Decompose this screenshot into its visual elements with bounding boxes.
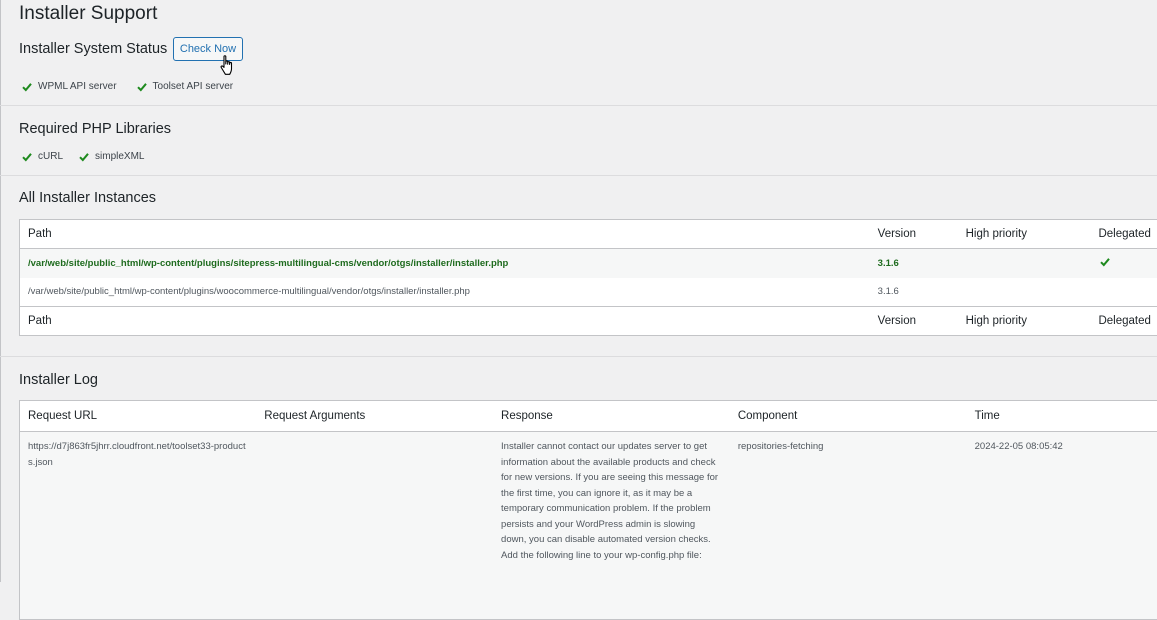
instances-table: Path Version High priority Delegated /va… [19,219,1157,336]
column-header-request-arguments: Request Arguments [256,401,493,432]
instance-delegated [1090,249,1157,278]
installer-support-page: Installer Support Installer System Statu… [0,0,1157,582]
log-component: repositories-fetching [730,432,967,620]
system-status-title: Installer System Status [19,41,167,57]
column-header-high-priority: High priority [958,220,1091,249]
column-header-version: Version [870,220,958,249]
library-item-simplexml: simpleXML [79,151,144,162]
table-footer-row: Path Version High priority Delegated [20,307,1157,336]
column-header-path: Path [20,220,870,249]
instances-title: All Installer Instances [19,190,156,206]
check-icon [1100,257,1110,267]
divider [0,356,1157,357]
check-icon [137,82,147,92]
log-time: 2024-22-05 08:05:42 [967,432,1157,620]
column-footer-path: Path [20,307,870,336]
check-icon [22,82,32,92]
instance-path: /var/web/site/public_html/wp-content/plu… [20,278,870,307]
status-item-wpml-api: WPML API server [22,81,117,92]
admin-menu-edge [0,0,1,582]
column-header-time: Time [967,401,1157,432]
divider [0,105,1157,106]
log-request-arguments [256,432,493,620]
instance-path: /var/web/site/public_html/wp-content/plu… [20,249,870,278]
divider [0,175,1157,176]
instance-delegated [1090,278,1157,307]
log-response: Installer cannot contact our updates ser… [493,432,730,620]
hand-pointer-cursor-icon [219,54,237,78]
column-header-delegated: Delegated [1090,220,1157,249]
library-item-curl: cURL [22,151,63,162]
column-footer-delegated: Delegated [1090,307,1157,336]
installer-log-title: Installer Log [19,372,98,388]
status-item-label: WPML API server [38,81,117,92]
column-footer-high-priority: High priority [958,307,1091,336]
table-row: /var/web/site/public_html/wp-content/plu… [20,278,1157,307]
library-item-label: simpleXML [95,151,144,162]
php-libraries-list: cURL simpleXML [22,151,164,162]
status-item-toolset-api: Toolset API server [137,81,234,92]
instance-version: 3.1.6 [870,278,958,307]
check-icon [22,152,32,162]
table-header-row: Request URL Request Arguments Response C… [20,401,1157,432]
table-header-row: Path Version High priority Delegated [20,220,1157,249]
instance-high-priority [958,249,1091,278]
column-header-component: Component [730,401,967,432]
column-footer-version: Version [870,307,958,336]
instance-version: 3.1.6 [870,249,958,278]
table-row: https://d7j863fr5jhrr.cloudfront.net/too… [20,432,1157,620]
check-icon [79,152,89,162]
column-header-request-url: Request URL [20,401,257,432]
library-item-label: cURL [38,151,63,162]
page-title: Installer Support [19,3,157,25]
installer-log-table: Request URL Request Arguments Response C… [19,400,1157,620]
log-request-url: https://d7j863fr5jhrr.cloudfront.net/too… [20,432,257,620]
column-header-response: Response [493,401,730,432]
instance-high-priority [958,278,1091,307]
php-libraries-title: Required PHP Libraries [19,121,171,137]
table-row: /var/web/site/public_html/wp-content/plu… [20,249,1157,278]
status-item-label: Toolset API server [153,81,234,92]
system-status-list: WPML API server Toolset API server [22,81,253,92]
